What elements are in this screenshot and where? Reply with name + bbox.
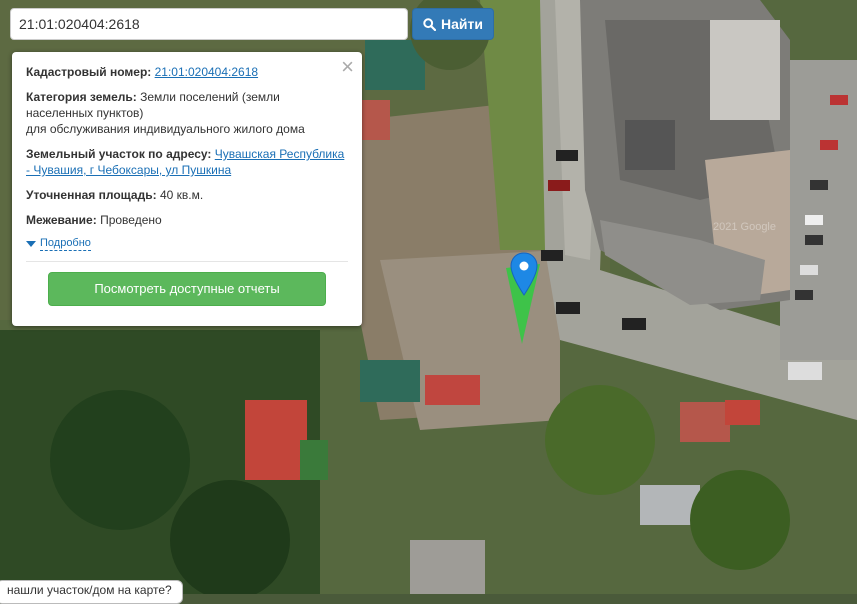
parcel-info-popup: × Кадастровый номер: 21:01:020404:2618 К…: [12, 52, 362, 326]
map-marker-icon[interactable]: [510, 252, 538, 296]
divider: [26, 261, 348, 262]
category-value-line2: населенных пунктов): [26, 106, 144, 120]
bottom-hint-bubble[interactable]: нашли участок/дом на карте?: [0, 580, 183, 604]
more-details-link[interactable]: Подробно: [40, 237, 91, 251]
category-value-line3: для обслуживания индивидуального жилого …: [26, 122, 305, 136]
area-row: Уточненная площадь: 40 кв.м.: [26, 187, 348, 203]
category-label: Категория земель:: [26, 90, 137, 104]
address-label: Земельный участок по адресу:: [26, 147, 212, 161]
search-input[interactable]: [10, 8, 408, 40]
map-copyright: 2021 Google: [713, 221, 776, 233]
view-reports-button[interactable]: Посмотреть доступные отчеты: [48, 272, 326, 306]
address-row: Земельный участок по адресу: Чувашская Р…: [26, 146, 348, 178]
address-link-line2[interactable]: - Чувашия, г Чебоксары, ул Пушкина: [26, 163, 231, 177]
search-icon: [423, 17, 437, 31]
category-value-line1: Земли поселений (земли: [140, 90, 280, 104]
search-button[interactable]: Найти: [412, 8, 494, 40]
area-value: 40 кв.м.: [159, 188, 204, 202]
cadastral-row: Кадастровый номер: 21:01:020404:2618: [26, 64, 348, 80]
survey-label: Межевание:: [26, 213, 97, 227]
close-icon[interactable]: ×: [341, 56, 354, 78]
area-label: Уточненная площадь:: [26, 188, 157, 202]
address-link-line1[interactable]: Чувашская Республика: [215, 147, 345, 161]
survey-value: Проведено: [100, 213, 162, 227]
category-row: Категория земель: Земли поселений (земли…: [26, 89, 348, 137]
survey-row: Межевание: Проведено: [26, 212, 348, 228]
cadastral-label: Кадастровый номер:: [26, 65, 152, 79]
more-details-toggle[interactable]: Подробно: [26, 237, 348, 251]
search-button-label: Найти: [441, 16, 483, 32]
cadastral-number-link[interactable]: 21:01:020404:2618: [155, 65, 258, 79]
caret-down-icon: [26, 241, 36, 247]
